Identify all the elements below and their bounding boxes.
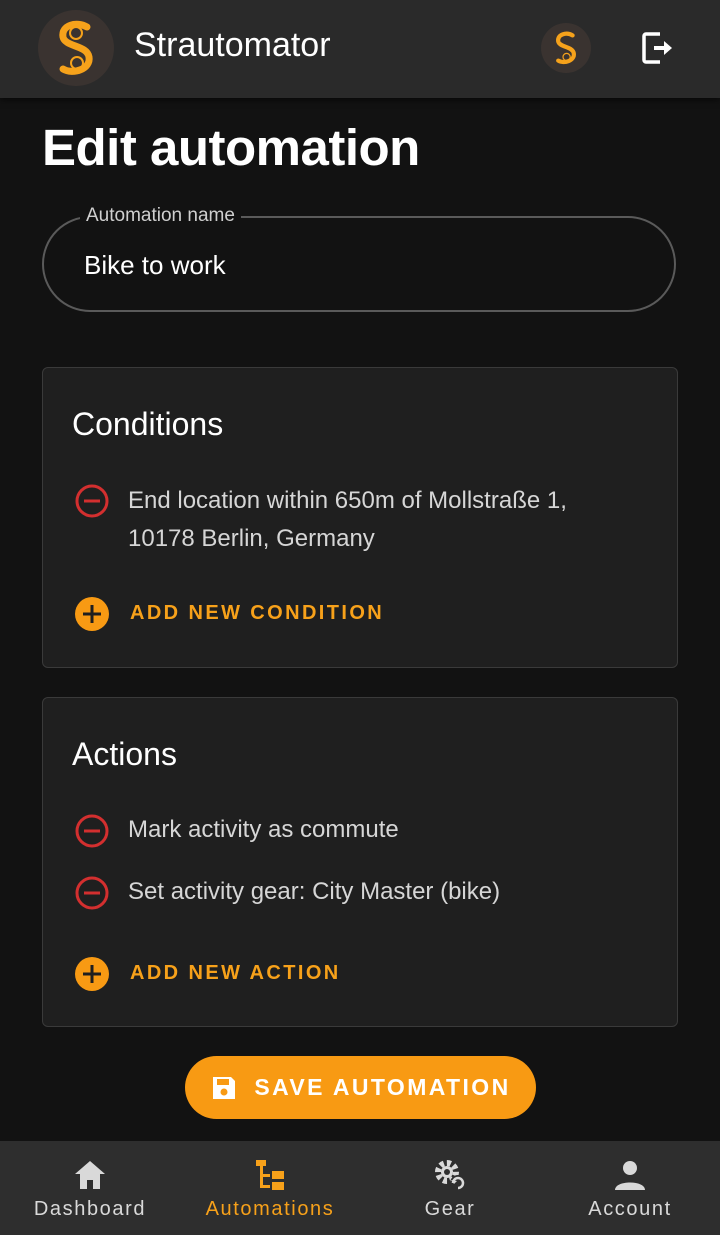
add-icon [75, 597, 109, 631]
remove-condition-icon[interactable] [74, 483, 110, 519]
action-text: Mark activity as commute [128, 816, 399, 843]
app-title: Strautomator [134, 26, 331, 64]
conditions-title: Conditions [72, 406, 224, 442]
action-text: Set activity gear: City Master (bike) [128, 878, 501, 905]
nav-automations[interactable]: Automations [180, 1141, 360, 1235]
nav-gear-label: Gear [424, 1198, 476, 1220]
add-condition-button[interactable]: ADD NEW CONDITION [74, 594, 474, 634]
add-icon [75, 957, 109, 991]
remove-action-icon[interactable] [74, 875, 110, 911]
add-action-label: ADD NEW ACTION [130, 962, 341, 984]
home-icon [75, 1161, 105, 1189]
save-icon [213, 1076, 236, 1099]
actions-title: Actions [72, 736, 177, 772]
logout-icon[interactable] [638, 28, 678, 68]
user-avatar[interactable] [541, 23, 591, 73]
nav-account[interactable]: Account [540, 1141, 720, 1235]
conditions-card: Conditions End location within 650m of M… [42, 367, 678, 668]
actions-card: Actions Mark activity as commute Set act… [42, 697, 678, 1027]
gear-icon [435, 1160, 466, 1191]
automation-name-label: Automation name [80, 205, 241, 227]
condition-text-line2: 10178 Berlin, Germany [128, 525, 375, 552]
nav-dashboard[interactable]: Dashboard [0, 1141, 180, 1235]
nav-automations-label: Automations [205, 1198, 335, 1220]
remove-action-icon[interactable] [74, 813, 110, 849]
app-bar: Strautomator [0, 0, 720, 98]
condition-text-line1: End location within 650m of Mollstraße 1… [128, 487, 567, 514]
add-condition-label: ADD NEW CONDITION [130, 602, 385, 624]
action-item: Set activity gear: City Master (bike) [74, 873, 654, 913]
automations-icon [256, 1160, 284, 1190]
account-icon [615, 1161, 645, 1190]
automation-name-input[interactable] [84, 250, 624, 281]
automation-name-field[interactable]: Automation name [42, 205, 676, 312]
nav-account-label: Account [588, 1198, 672, 1220]
add-action-button[interactable]: ADD NEW ACTION [74, 954, 474, 994]
bottom-navigation: Dashboard Automations Gear Account [0, 1141, 720, 1235]
app-logo-icon[interactable] [38, 10, 114, 86]
condition-item: End location within 650m of Mollstraße 1… [74, 482, 654, 562]
nav-dashboard-label: Dashboard [33, 1198, 147, 1220]
nav-gear[interactable]: Gear [360, 1141, 540, 1235]
condition-text: End location within 650m of Mollstraße 1… [128, 482, 567, 558]
page-title: Edit automation [42, 119, 420, 176]
save-automation-button[interactable]: SAVE AUTOMATION [185, 1056, 536, 1119]
save-automation-label: SAVE AUTOMATION [254, 1074, 511, 1100]
action-item: Mark activity as commute [74, 811, 654, 851]
